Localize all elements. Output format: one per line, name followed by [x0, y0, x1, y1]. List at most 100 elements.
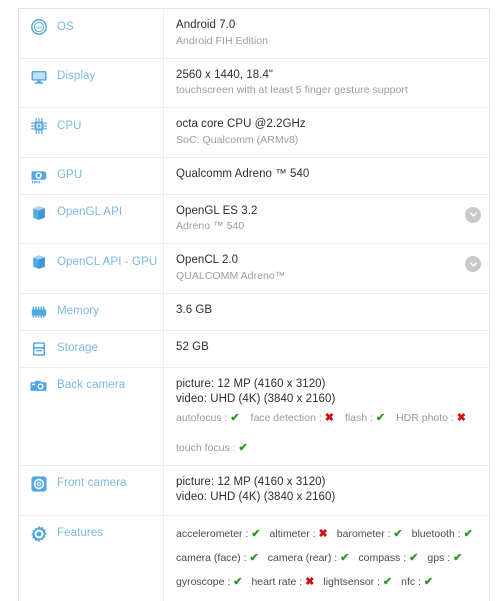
feature-item: barometer : ✔ [336, 527, 403, 540]
feature-cross-icon: ✖ [456, 411, 467, 424]
spec-label-cell: Front camera [18, 465, 164, 516]
spec-row-back-camera: Back camera picture: 12 MP (4160 x 3120)… [18, 367, 490, 466]
feature-name: accelerometer [176, 527, 243, 540]
spec-label: OpenCL API - GPU [57, 255, 158, 268]
feature-check-icon: ✔ [423, 575, 434, 588]
spec-value-cell: Qualcomm Adreno ™ 540 [163, 157, 490, 195]
storage-drive-icon [30, 340, 48, 358]
cube-icon [30, 253, 48, 271]
feature-item: gyroscope : ✔ [176, 575, 243, 588]
spec-label: OpenGL API [57, 206, 123, 218]
back-camera-flags-line-1: autofocus : ✔ face detection : ✖ flash : ✔… [176, 411, 466, 426]
feature-check-icon: ✔ [382, 575, 393, 588]
feature-item: altimeter : ✖ [269, 527, 328, 540]
os-circle-icon: os [30, 18, 48, 36]
spec-label-cell: OpenGL API [18, 194, 164, 244]
feature-check-icon: ✔ [230, 411, 240, 424]
spec-value-main: Android 7.0 [176, 19, 236, 31]
feature-name: face detection [250, 411, 316, 424]
feature-name: camera (face) [176, 551, 241, 564]
feature-name: compass [358, 551, 401, 564]
spec-value-main: octa core CPU @2.2GHz [176, 118, 306, 130]
feature-check-icon: ✔ [233, 575, 243, 588]
spec-label-cell: OpenCL API - GPU [18, 243, 164, 294]
spec-value-main: 52 GB [176, 340, 209, 353]
svg-text:os: os [36, 25, 42, 31]
feature-item: compass : ✔ [358, 551, 419, 564]
spec-value-main: 2560 x 1440, 18.4" [176, 68, 274, 81]
spec-label: Display [57, 70, 96, 82]
feature-name: touch focus [176, 441, 230, 454]
spec-label-cell: os OS [18, 8, 164, 59]
spec-value-main: 3.6 GB [176, 303, 213, 316]
feature-name: heart rate [251, 575, 297, 588]
spec-value-cell: Android 7.0 Android FIH Edition [163, 8, 490, 59]
spec-value-sub: SoC: Qualcomm (ARMv8) [176, 133, 299, 146]
feature-item: nfc : ✔ [401, 575, 434, 588]
camera-front-icon [30, 475, 48, 493]
feature-check-icon: ✔ [375, 411, 386, 424]
spec-label: Storage [57, 342, 98, 354]
feature-name: altimeter [269, 527, 310, 540]
feature-item: camera (rear) : ✔ [267, 551, 350, 564]
expand-chevron-button[interactable] [465, 206, 481, 223]
monitor-icon [30, 68, 48, 86]
cube-icon [30, 204, 48, 222]
expand-chevron-button[interactable] [465, 256, 481, 272]
spec-row: os OS Android 7.0 Android FIH Edition [18, 8, 490, 59]
spec-row: GPU Qualcomm Adreno ™ 540 [18, 157, 490, 195]
back-camera-video: video: UHD (4K) (3840 x 2160) [176, 393, 336, 405]
spec-label: Features [57, 527, 104, 539]
feature-name: flash [344, 411, 368, 424]
spec-value-cell: 52 GB [163, 330, 490, 368]
spec-label-cell: Memory [18, 293, 164, 331]
gear-icon [30, 525, 48, 543]
feature-name: camera (rear) [267, 551, 332, 564]
spec-value-cell: octa core CPU @2.2GHz SoC: Qualcomm (ARM… [163, 107, 490, 158]
device-spec-sheet: os OS Android 7.0 Android FIH Edition Di… [0, 0, 500, 601]
spec-value-cell: picture: 12 MP (4160 x 3120) video: UHD … [163, 367, 490, 466]
front-camera-picture: picture: 12 MP (4160 x 3120) [176, 475, 326, 488]
spec-value-main: Qualcomm Adreno ™ 540 [176, 167, 310, 180]
feature-item: bluetooth : ✔ [411, 527, 473, 540]
feature-check-icon: ✔ [249, 551, 259, 564]
back-camera-flags-line-2: touch focus : ✔ [176, 441, 461, 456]
feature-item: heart rate : ✖ [251, 575, 315, 588]
spec-value-sub: touchscreen with at least 5 finger gestu… [176, 84, 408, 96]
spec-label-cell: CPU [18, 107, 164, 158]
front-camera-video: video: UHD (4K) (3840 x 2160) [176, 491, 336, 503]
spec-value-main: OpenCL 2.0 [176, 254, 239, 266]
spec-label: Front camera [57, 477, 127, 489]
feature-item: gps : ✔ [427, 551, 463, 564]
spec-value-cell: 2560 x 1440, 18.4" touchscreen with at l… [163, 58, 490, 108]
spec-value-main: OpenGL ES 3.2 [176, 204, 258, 217]
spec-label: OS [57, 20, 74, 33]
feature-cross-icon: ✖ [324, 411, 334, 424]
feature-name: nfc [401, 575, 416, 588]
spec-label-cell: Back camera [18, 367, 164, 466]
cpu-chip-icon [30, 117, 48, 135]
spec-label-cell: Storage [18, 330, 164, 368]
feature-name: barometer [336, 527, 385, 540]
camera-back-icon [30, 377, 48, 395]
spec-row: Memory 3.6 GB [18, 293, 490, 331]
spec-label: Memory [57, 305, 100, 317]
spec-value-sub: Adreno ™ 540 [176, 220, 245, 232]
spec-value-cell: OpenCL 2.0 QUALCOMM Adreno™ [163, 243, 490, 294]
spec-value-cell: 3.6 GB [163, 293, 490, 331]
spec-value-cell: OpenGL ES 3.2 Adreno ™ 540 [163, 194, 490, 244]
feature-item: flash : ✔ [344, 411, 386, 424]
feature-item: camera (face) : ✔ [176, 551, 259, 564]
spec-label: Back camera [57, 379, 126, 391]
feature-name: autofocus [176, 411, 222, 424]
spec-row-front-camera: Front camera picture: 12 MP (4160 x 3120… [18, 465, 490, 516]
spec-row: Display 2560 x 1440, 18.4" touchscreen w… [18, 58, 490, 108]
feature-item: accelerometer : ✔ [176, 527, 261, 540]
feature-name: bluetooth [411, 527, 455, 540]
feature-check-icon: ✔ [393, 527, 403, 540]
spec-label-cell: Features [18, 515, 164, 601]
feature-item: face detection : ✖ [250, 411, 334, 424]
feature-check-icon: ✔ [453, 551, 463, 564]
back-camera-picture: picture: 12 MP (4160 x 3120) [176, 377, 326, 390]
feature-check-icon: ✔ [251, 527, 261, 540]
